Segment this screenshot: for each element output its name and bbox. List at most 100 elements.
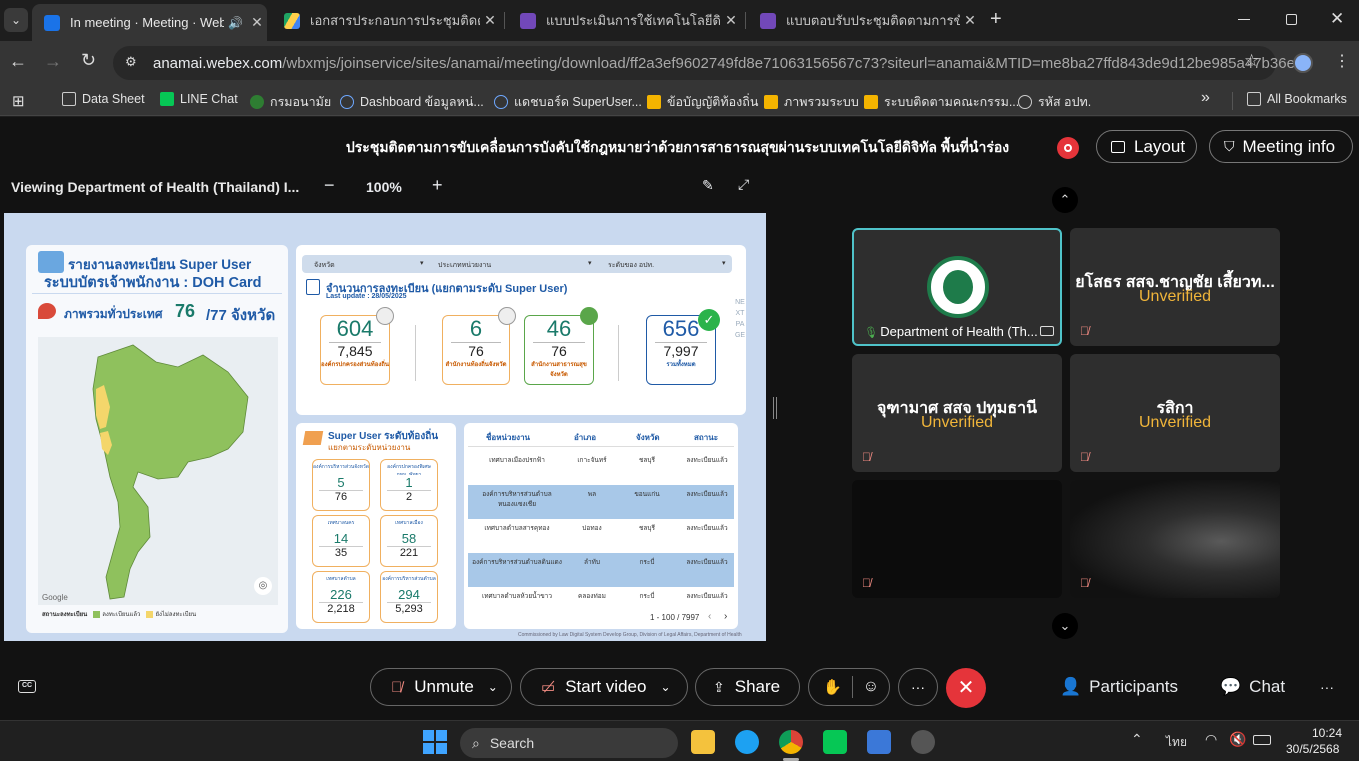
- settings-icon[interactable]: [911, 730, 935, 754]
- tab-docs[interactable]: เอกสารประกอบการประชุมติดตามระบ ✕: [272, 6, 500, 35]
- shield-icon: ⛉: [1224, 138, 1235, 154]
- bookmark-line-chat[interactable]: LINE Chat: [160, 92, 238, 106]
- filter-province[interactable]: จังหวัด: [314, 260, 335, 271]
- clock-date[interactable]: 30/5/2568: [1286, 742, 1339, 756]
- chevron-down-icon[interactable]: ⌄: [488, 680, 498, 694]
- menu-icon[interactable]: ⋮: [1334, 51, 1350, 71]
- video-tile-pathumthani[interactable]: จุฑามาศ สสจ ปทุมธานี Unverified 🎙̸: [852, 354, 1062, 472]
- tab-form-1[interactable]: แบบประเมินการใช้เทคโนโลยีดิจิทัล กล ✕: [508, 6, 741, 35]
- left-panel: รายงานลงทะเบียน Super User ระบบบัตรเจ้าพ…: [26, 245, 288, 633]
- leave-button[interactable]: ✕: [946, 668, 986, 708]
- file-explorer-icon[interactable]: [691, 730, 715, 754]
- mini-special: องค์กรปกครองพิเศษ กทม. พัทยา 1 2: [380, 459, 438, 511]
- prev-page-icon[interactable]: ‹: [708, 611, 711, 622]
- split-handle[interactable]: [773, 397, 777, 419]
- battery-icon[interactable]: [1253, 735, 1271, 745]
- back-icon[interactable]: ←: [9, 51, 27, 72]
- map-pin-icon: [38, 303, 56, 319]
- filter-agency-type[interactable]: ประเภทหน่วยงาน: [438, 260, 491, 271]
- table-row[interactable]: เทศบาลตำบลสารคุทอง บ่อทอง ชลบุรี ลงทะเบียนแ…: [468, 519, 734, 553]
- reactions-icon[interactable]: ☺: [863, 678, 879, 696]
- bookmark-data-sheet[interactable]: Data Sheet: [62, 92, 145, 106]
- tab-search-button[interactable]: ⌄: [4, 8, 28, 32]
- layout-button[interactable]: Layout: [1096, 130, 1197, 163]
- more-options-button[interactable]: ···: [898, 668, 938, 706]
- zoom-level[interactable]: 100%: [366, 179, 402, 195]
- close-tab-icon[interactable]: ✕: [721, 12, 741, 29]
- next-page-icon[interactable]: ›: [724, 611, 727, 622]
- map-legend: สถานะลงทะเบียน ลงทะเบียนแล้ว ยังไม่ลงทะเ…: [42, 610, 197, 618]
- meeting-info-button[interactable]: ⛉ Meeting info: [1209, 130, 1353, 163]
- bookmarks-overflow[interactable]: »: [1201, 89, 1210, 107]
- tab-form-2[interactable]: แบบตอบรับประชุมติดตามการขับเคลื่ ✕: [748, 6, 980, 35]
- muted-mic-icon: 🎙̸: [862, 576, 871, 590]
- raise-hand-icon[interactable]: ✋: [823, 678, 842, 696]
- video-tile-rasika[interactable]: รสิกา Unverified 🎙̸: [1070, 354, 1280, 472]
- map-recenter-icon[interactable]: ◎: [254, 577, 272, 595]
- bookmark-dashboard[interactable]: Dashboard ข้อมูลหน่...: [340, 92, 484, 112]
- next-page-button[interactable]: NEXT PAGE: [734, 297, 746, 397]
- video-tile-dark-1[interactable]: 🎙̸: [852, 480, 1062, 598]
- bookmark-committee[interactable]: ระบบติดตามคณะกรรม...: [864, 92, 1019, 112]
- close-tab-icon[interactable]: ✕: [960, 12, 980, 29]
- filter-lao-level[interactable]: ระดับของ อปท.: [608, 260, 654, 271]
- bookmark-star-icon[interactable]: ☆: [1244, 51, 1259, 71]
- tab-title: เอกสารประกอบการประชุมติดตามระบ: [310, 13, 480, 28]
- browser-tab-bar: ⌄ In meeting · Meeting · Webe 🔊 ✕ เอกสาร…: [0, 0, 1359, 41]
- local-sub: แยกตามระดับหน่วยงาน: [328, 443, 411, 452]
- table-row[interactable]: องค์การบริหารส่วนตำบลดินแดง ลำทับ กระบี่ ลง…: [468, 553, 734, 587]
- tab-webex-meeting[interactable]: In meeting · Meeting · Webe 🔊 ✕: [32, 4, 267, 41]
- wifi-icon[interactable]: ◠: [1205, 731, 1217, 748]
- clock-time[interactable]: 10:24: [1312, 726, 1342, 740]
- tray-overflow-icon[interactable]: ⌃: [1131, 731, 1143, 748]
- panel-more-button[interactable]: ···: [1320, 679, 1334, 695]
- chat-button[interactable]: 💬 Chat: [1220, 677, 1285, 697]
- map-brand: Google: [42, 593, 68, 602]
- start-video-button[interactable]: ▭̸ Start video ⌄: [520, 668, 688, 706]
- line-icon[interactable]: [823, 730, 847, 754]
- bookmark-local-law[interactable]: ข้อบัญญัติท้องถิ่น: [647, 92, 758, 112]
- all-bookmarks[interactable]: All Bookmarks: [1247, 92, 1347, 106]
- participants-button[interactable]: 👤 Participants: [1060, 677, 1178, 697]
- annotate-icon[interactable]: ✎: [702, 177, 714, 194]
- zoom-in-button[interactable]: +: [432, 175, 443, 196]
- bookmark-overview[interactable]: ภาพรวมระบบ: [764, 92, 859, 112]
- forward-icon[interactable]: →: [44, 51, 62, 72]
- close-tab-icon[interactable]: ✕: [480, 12, 500, 29]
- apps-icon[interactable]: ⊞: [12, 92, 25, 110]
- restore-icon[interactable]: [1286, 14, 1297, 25]
- close-window-icon[interactable]: ✕: [1330, 9, 1344, 29]
- table-row[interactable]: เทศบาลเมืองปรกฟ้า เกาะจันทร์ ชลบุรี ลงทะเบี…: [468, 451, 734, 485]
- reload-icon[interactable]: ↻: [81, 50, 96, 71]
- video-tile-yasothon[interactable]: ยโสธร สสจ.ชาญชัย เสี้ยวท... Unverified 🎙…: [1070, 228, 1280, 346]
- share-button[interactable]: ⇪ Share: [695, 668, 800, 706]
- bookmark-lao-code[interactable]: รหัส อปท.: [1018, 92, 1091, 112]
- video-tile-dark-2[interactable]: 🎙̸: [1070, 480, 1280, 598]
- bookmark-superuser[interactable]: แดชบอร์ด SuperUser...: [494, 92, 642, 112]
- chrome-icon[interactable]: [779, 730, 803, 754]
- captions-icon[interactable]: CC: [18, 680, 36, 693]
- site-info-icon[interactable]: ⚙: [125, 54, 137, 70]
- muted-mic-icon: 🎙̸: [1080, 450, 1089, 464]
- photos-icon[interactable]: [867, 730, 891, 754]
- expand-icon[interactable]: ⤢: [738, 176, 749, 193]
- language-indicator[interactable]: ไทย: [1166, 733, 1187, 752]
- taskbar-search[interactable]: ⌕ Search: [460, 728, 678, 758]
- scroll-down-button[interactable]: ⌄: [1052, 613, 1078, 639]
- bookmark-anamai[interactable]: กรมอนามัย: [250, 92, 331, 112]
- video-tile-doh[interactable]: 🎙 Department of Health (Th...: [852, 228, 1062, 346]
- edge-icon[interactable]: [735, 730, 759, 754]
- volume-muted-icon[interactable]: 🔇: [1229, 731, 1246, 748]
- close-tab-icon[interactable]: ✕: [247, 14, 267, 31]
- table-row[interactable]: องค์การบริหารส่วนตำบลหนองแซงเชีย พล ขอนแก่…: [468, 485, 734, 519]
- minimize-icon[interactable]: [1238, 19, 1250, 20]
- reg-icon: [306, 279, 320, 295]
- new-tab-button[interactable]: +: [990, 8, 1002, 31]
- windows-start-icon[interactable]: [423, 730, 447, 754]
- scroll-up-button[interactable]: ⌃: [1052, 187, 1078, 213]
- chevron-down-icon[interactable]: ⌄: [660, 680, 670, 694]
- profile-avatar[interactable]: [1293, 53, 1313, 73]
- unmute-button[interactable]: 🎙̸ Unmute ⌄: [370, 668, 512, 706]
- address-bar[interactable]: ⚙ anamai.webex.com/wbxmjs/joinservice/si…: [113, 46, 1312, 80]
- zoom-out-button[interactable]: −: [324, 175, 335, 196]
